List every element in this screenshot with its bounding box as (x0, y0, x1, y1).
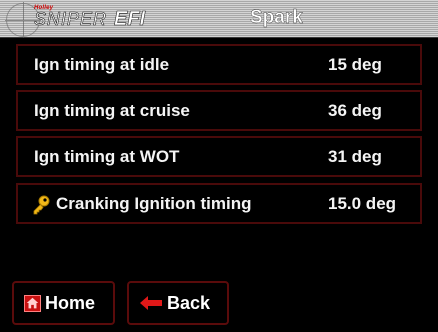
setting-row-cruise-timing[interactable]: Ign timing at cruise 36 deg (16, 90, 422, 131)
title-bar: Holley SNIPER EFI Spark (0, 0, 438, 38)
setting-value: 36 deg (328, 100, 382, 120)
setting-label: Ign timing at cruise (34, 100, 190, 120)
home-icon (24, 294, 41, 312)
setting-value: 31 deg (328, 146, 382, 166)
setting-label: Ign timing at idle (34, 54, 170, 74)
sniper-efi-logo: Holley SNIPER EFI (5, 2, 216, 38)
setting-label: Cranking Ignition timing (56, 193, 252, 213)
back-button-label: Back (167, 292, 211, 313)
page-title: Spark (250, 7, 303, 28)
key-icon (33, 195, 50, 215)
setting-value: 15 deg (328, 54, 382, 74)
back-button[interactable]: Back (127, 281, 229, 325)
left-arrow-icon (140, 296, 162, 310)
logo-sniper-text: SNIPER (34, 9, 108, 30)
setting-value: 15.0 deg (328, 193, 397, 213)
setting-row-idle-timing[interactable]: Ign timing at idle 15 deg (16, 44, 422, 85)
logo-efi-text: EFI (114, 8, 146, 31)
setting-label: Ign timing at WOT (34, 146, 180, 166)
setting-row-cranking-timing[interactable]: Cranking Ignition timing 15.0 deg (16, 183, 422, 224)
home-button[interactable]: Home (12, 281, 115, 325)
setting-row-wot-timing[interactable]: Ign timing at WOT 31 deg (16, 136, 422, 177)
home-button-label: Home (45, 292, 96, 313)
